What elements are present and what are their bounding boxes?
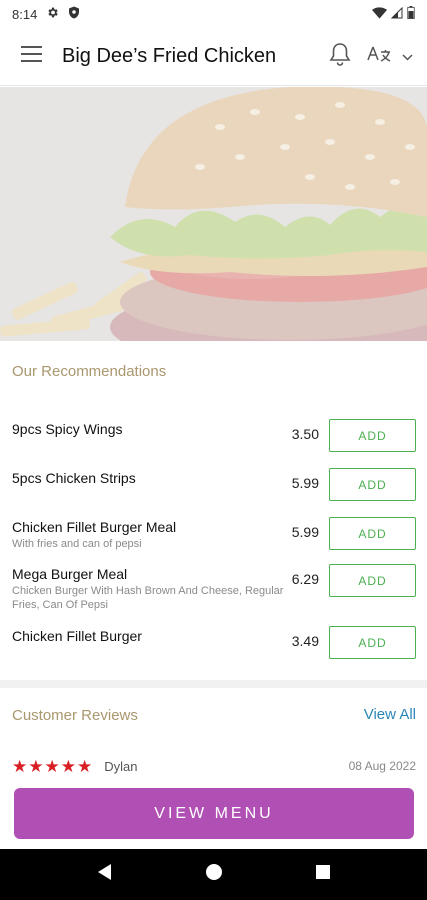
chevron-down-icon (402, 48, 413, 66)
star-rating: ★ ★ ★ ★ ★ (12, 758, 92, 775)
battery-icon (407, 6, 415, 22)
item-price: 3.49 (291, 633, 319, 649)
item-name: 5pcs Chicken Strips (12, 470, 136, 486)
hamburger-menu-button[interactable] (0, 28, 62, 86)
reviews-title: Customer Reviews (12, 707, 138, 724)
bell-icon (329, 42, 351, 71)
item-description: Chicken Burger With Hash Brown And Chees… (12, 585, 284, 611)
review-date: 08 Aug 2022 (348, 759, 416, 773)
item-name: Mega Burger Meal (12, 566, 128, 582)
recents-icon[interactable] (315, 864, 331, 885)
review-item: ★ ★ ★ ★ ★ Dylan 08 Aug 2022 (12, 756, 416, 776)
item-price: 3.50 (291, 426, 319, 442)
cell-signal-icon (390, 6, 403, 22)
status-bar: 8:14 (0, 0, 427, 28)
hero-banner-image (0, 87, 427, 341)
app-title: Big Dee’s Fried Chicken (62, 45, 277, 67)
add-button[interactable]: ADD (329, 517, 416, 550)
star-icon: ★ (60, 756, 76, 776)
item-price: 6.29 (291, 571, 319, 587)
shield-icon (68, 6, 80, 22)
view-all-reviews-link[interactable]: View All (364, 706, 416, 723)
add-button[interactable]: ADD (329, 468, 416, 501)
section-divider (0, 680, 427, 688)
view-menu-button[interactable]: VIEW MENU (14, 788, 414, 839)
item-name: Chicken Fillet Burger (12, 628, 142, 644)
item-price: 5.99 (291, 524, 319, 540)
app-bar: Big Dee’s Fried Chicken (0, 28, 427, 86)
wifi-icon (372, 6, 387, 22)
system-navigation-bar (0, 849, 427, 900)
reviewer-name: Dylan (104, 758, 138, 774)
star-icon: ★ (12, 756, 28, 776)
language-selector[interactable] (366, 37, 413, 77)
language-icon (366, 44, 392, 69)
item-name: 9pcs Spicy Wings (12, 421, 123, 437)
item-price: 5.99 (291, 475, 319, 491)
star-icon: ★ (44, 756, 60, 776)
recommendations-section: Our Recommendations 9pcs Spicy Wings 3.5… (0, 341, 427, 680)
star-icon: ★ (77, 756, 93, 776)
add-button[interactable]: ADD (329, 626, 416, 659)
settings-gear-icon (46, 6, 59, 22)
item-description: With fries and can of pepsi (12, 538, 142, 550)
item-name: Chicken Fillet Burger Meal (12, 519, 177, 535)
notifications-button[interactable] (322, 37, 358, 77)
star-icon: ★ (28, 756, 44, 776)
recommendations-title: Our Recommendations (12, 363, 167, 380)
status-time: 8:14 (12, 6, 38, 22)
reviews-section: Customer Reviews View All ★ ★ ★ ★ ★ Dyla… (0, 688, 427, 788)
add-button[interactable]: ADD (329, 564, 416, 597)
add-button[interactable]: ADD (329, 419, 416, 452)
hamburger-icon (20, 46, 42, 67)
home-icon[interactable] (205, 863, 223, 886)
back-icon[interactable] (96, 863, 114, 886)
